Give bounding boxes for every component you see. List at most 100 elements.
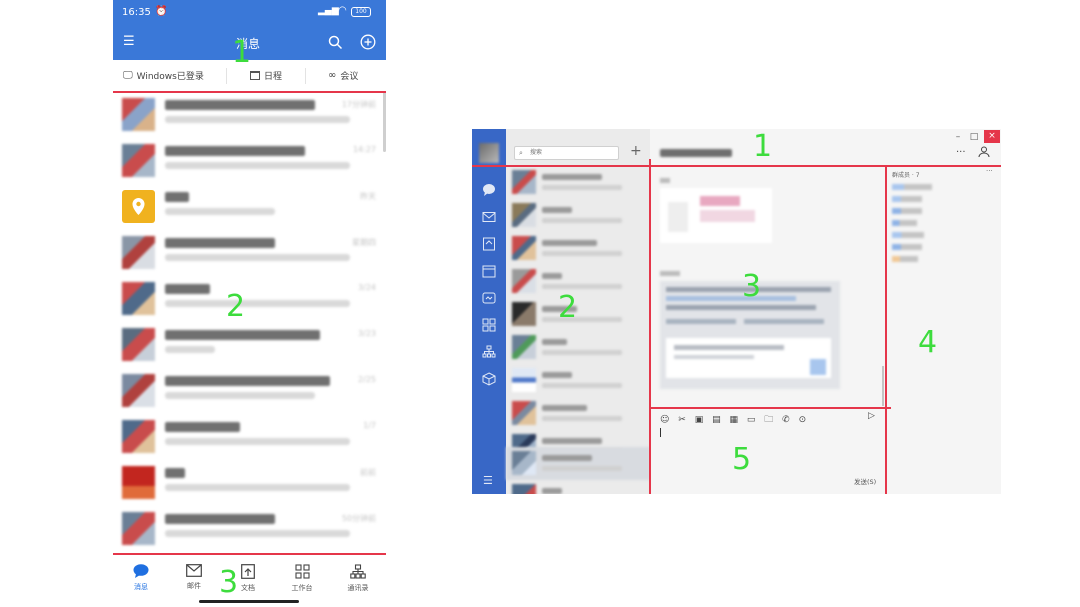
meeting-icon[interactable]: ▭ xyxy=(747,415,756,425)
chat-list-item[interactable] xyxy=(506,298,650,331)
cube-icon[interactable] xyxy=(482,372,496,386)
bottom-nav-contacts[interactable]: 通讯录 xyxy=(338,564,378,593)
chat-list-item-selected[interactable] xyxy=(506,447,650,480)
avatar xyxy=(122,512,155,545)
member-item[interactable] xyxy=(892,256,918,262)
maximize-button[interactable]: □ xyxy=(966,131,982,143)
note-icon[interactable]: ▤ xyxy=(712,415,721,425)
more-icon[interactable]: ··· xyxy=(986,167,993,175)
phone-icon[interactable]: ✆ xyxy=(782,415,790,425)
scrollbar[interactable] xyxy=(383,92,386,152)
chat-header: ··· – □ × xyxy=(650,129,1001,166)
menu-icon[interactable]: ☰ xyxy=(483,475,493,486)
avatar[interactable] xyxy=(479,143,499,163)
mail-icon xyxy=(186,564,202,577)
chat-preview xyxy=(165,484,350,491)
chat-title xyxy=(165,514,275,524)
send-button[interactable]: 发送(S) xyxy=(854,476,876,486)
chat-message-area[interactable]: ☺ ✂ ▣ ▤ ▦ ▭ 🗀 ✆ ⊙ ▷ 发送(S) xyxy=(650,166,886,494)
member-item[interactable] xyxy=(892,244,922,250)
chat-title xyxy=(165,146,305,156)
more-options-icon[interactable]: ⊙ xyxy=(799,415,807,425)
alarm-icon: ⏰ xyxy=(155,6,168,17)
chat-list-item[interactable] xyxy=(506,232,650,265)
zone-label: 5 xyxy=(732,442,752,477)
minimize-button[interactable]: – xyxy=(950,131,966,143)
group-members-panel: 群成员 · 7 ··· xyxy=(886,166,1001,494)
grid-icon[interactable] xyxy=(482,318,496,332)
folder-icon[interactable]: 🗀 xyxy=(764,415,773,425)
member-item[interactable] xyxy=(892,184,932,190)
chat-list-item[interactable]: 2/25 xyxy=(113,368,386,415)
chat-list-item[interactable] xyxy=(506,265,650,298)
member-item[interactable] xyxy=(892,232,924,238)
scissors-icon[interactable]: ✂ xyxy=(678,415,686,425)
chat-list-item[interactable]: 3/23 xyxy=(113,322,386,369)
location-pin-icon xyxy=(132,198,145,215)
chat-list-item[interactable]: 17分钟前 xyxy=(113,92,386,139)
add-icon[interactable] xyxy=(360,34,376,50)
chat-bubble-icon[interactable] xyxy=(482,183,496,197)
chat-list-item[interactable] xyxy=(506,397,650,430)
chat-title xyxy=(165,330,320,340)
document-icon[interactable] xyxy=(482,237,496,251)
chat-list-item[interactable]: 50分钟前 xyxy=(113,506,386,553)
chat-preview xyxy=(165,116,350,123)
chat-list-item[interactable] xyxy=(506,199,650,232)
chat-title xyxy=(165,100,315,110)
status-bar: 16:35 ⏰ ▂▄▆ ◠ 100 xyxy=(113,0,386,26)
tab-meeting[interactable]: ∞ 会议 xyxy=(328,69,358,82)
member-item[interactable] xyxy=(892,196,922,202)
sender-name xyxy=(660,178,670,183)
bottom-nav-workbench[interactable]: 工作台 xyxy=(282,564,322,593)
more-icon[interactable]: ··· xyxy=(956,147,966,158)
avatar xyxy=(122,282,155,315)
chat-list-item[interactable] xyxy=(506,331,650,364)
tab-schedule[interactable]: 日程 xyxy=(250,69,282,82)
close-button[interactable]: × xyxy=(984,130,1000,143)
document-icon xyxy=(241,564,255,579)
chat-preview xyxy=(165,392,315,399)
composer-toolbar: ☺ ✂ ▣ ▤ ▦ ▭ 🗀 ✆ ⊙ xyxy=(660,412,806,428)
member-item[interactable] xyxy=(892,208,922,214)
chat-list-item[interactable]: 1/7 xyxy=(113,414,386,461)
monitor-icon: 🖵 xyxy=(123,70,133,81)
chat-title xyxy=(165,422,240,432)
meeting-icon[interactable] xyxy=(482,291,496,305)
chat-list-item[interactable] xyxy=(506,364,650,397)
chat-list-item[interactable] xyxy=(506,166,650,199)
chat-list-item[interactable]: 昨天 xyxy=(113,184,386,231)
scrollbar[interactable] xyxy=(882,366,884,406)
search-input[interactable]: ⌕ 搜索 xyxy=(514,146,619,160)
chat-list-item[interactable]: 前前 xyxy=(113,460,386,507)
emoji-icon[interactable]: ☺ xyxy=(660,415,669,425)
zone-divider xyxy=(650,407,891,409)
member-item[interactable] xyxy=(892,220,917,226)
mail-icon[interactable] xyxy=(482,210,496,224)
nav-label: 邮件 xyxy=(187,582,201,590)
search-icon[interactable] xyxy=(328,35,343,50)
bottom-nav-mail[interactable]: 邮件 xyxy=(174,564,214,591)
message-composer[interactable]: ☺ ✂ ▣ ▤ ▦ ▭ 🗀 ✆ ⊙ ▷ 发送(S) xyxy=(650,406,886,494)
image-icon[interactable]: ▣ xyxy=(695,415,704,425)
add-member-icon[interactable] xyxy=(978,146,990,158)
zone-divider xyxy=(113,91,386,93)
tab-windows-login[interactable]: 🖵 Windows已登录 xyxy=(123,69,204,82)
calendar-icon[interactable] xyxy=(482,264,496,278)
desktop-chat-list[interactable]: ⌕ 搜索 + xyxy=(506,129,650,494)
chat-list-item[interactable] xyxy=(506,480,650,494)
chat-preview xyxy=(165,162,350,169)
chat-list-item[interactable]: 星期四 xyxy=(113,230,386,277)
chat-list-item[interactable]: 14:27 xyxy=(113,138,386,185)
calendar-icon[interactable]: ▦ xyxy=(729,415,738,425)
chat-title xyxy=(165,284,210,294)
org-chart-icon[interactable] xyxy=(482,345,496,359)
calendar-icon xyxy=(250,71,260,80)
menu-icon[interactable]: ☰ xyxy=(123,35,135,48)
add-icon[interactable]: + xyxy=(630,143,642,159)
bottom-nav-messages[interactable]: 消息 xyxy=(121,564,161,592)
chat-list-item[interactable]: 3/24 xyxy=(113,276,386,323)
meeting-icon: ∞ xyxy=(328,70,337,81)
screen-share-icon[interactable]: ▷ xyxy=(868,411,875,421)
chat-list[interactable]: 17分钟前 14:27 昨天 星期四 3/24 3/23 2/25 1/7 前前… xyxy=(113,92,386,554)
